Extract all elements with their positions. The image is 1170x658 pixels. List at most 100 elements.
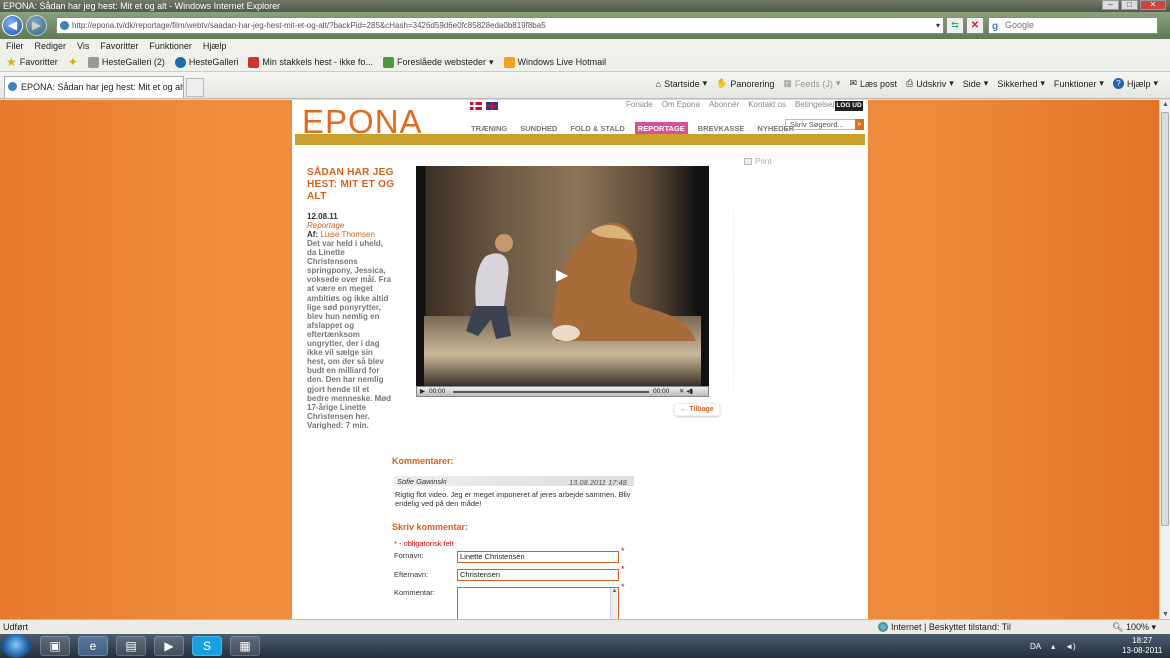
page-menu-button[interactable]: Side ▾ [963, 78, 989, 89]
page-icon [248, 56, 260, 68]
security-zone[interactable]: Internet | Beskyttet tilstand: Til [878, 622, 1011, 632]
video-player[interactable]: ▶ ▶ 00:00 00:00 ✕ ◂▮ [416, 166, 709, 397]
video-controls: ▶ 00:00 00:00 ✕ ◂▮ [416, 386, 709, 397]
tray-arrow-icon[interactable]: ▴ [1051, 642, 1055, 651]
scrollbar-thumb[interactable] [1161, 112, 1169, 526]
close-button[interactable]: ✕ [1140, 0, 1166, 10]
required-asterisk: * [621, 582, 625, 592]
help-icon: ? [1112, 78, 1124, 89]
minimize-button[interactable]: – [1102, 0, 1119, 10]
first-name-input[interactable]: Linette Christensen [457, 551, 619, 563]
scroll-up-icon[interactable]: ▲ [1162, 101, 1169, 108]
mail-icon: ✉ [849, 78, 857, 88]
top-link-betingelser[interactable]: Betingelser [795, 100, 835, 109]
tools-menu-button[interactable]: Funktioner ▾ [1054, 78, 1104, 89]
volume-icon[interactable]: ◄) [1065, 642, 1076, 651]
favorite-label: Foreslåede websteder [396, 57, 487, 67]
site-search-button[interactable]: » [855, 119, 864, 130]
top-link-om-epona[interactable]: Om Epona [662, 100, 700, 109]
author-link[interactable]: Luise Thomsen [320, 230, 375, 239]
printer-icon: ⎙ [906, 78, 914, 88]
print-label: Print [755, 157, 772, 166]
english-flag-icon[interactable] [486, 102, 498, 110]
add-favorite-button[interactable]: ✦ [68, 55, 78, 69]
top-link-kontakt[interactable]: Kontakt os [748, 100, 786, 109]
tab-epona[interactable]: EPONA: Sådan har jeg hest: Mit et og alt [4, 76, 184, 98]
suggested-sites-button[interactable]: Foreslåede websteder ▾ [382, 56, 494, 68]
required-note: * - obligatorisk felt [394, 539, 454, 548]
menu-view[interactable]: Vis [77, 41, 89, 51]
page-scrollbar[interactable]: ▲ ▼ [1159, 100, 1170, 619]
stop-button[interactable]: ✕ [966, 17, 984, 34]
ie-taskbar-icon[interactable]: e [78, 636, 108, 656]
favorite-link-stakkels-hest[interactable]: Min stakkels hest - ikke fo... [248, 56, 373, 68]
top-link-forside[interactable]: Forside [626, 100, 653, 109]
article-byline: Af: Luise Thomsen [307, 230, 375, 239]
new-tab-button[interactable] [186, 78, 204, 97]
forward-button[interactable]: ▶ [26, 15, 47, 36]
menu-help[interactable]: Hjælp [203, 41, 227, 51]
print-button[interactable]: ⎙ Udskriv ▾ [906, 78, 954, 89]
favorite-link-hestegalleri-2[interactable]: HesteGalleri (2) [87, 56, 165, 68]
logout-button[interactable]: LOG UD [835, 101, 863, 111]
clock[interactable]: 18:27 13-08-2011 [1122, 636, 1162, 656]
control-play-icon[interactable]: ▶ [420, 387, 425, 396]
article-date: 12.08.11 [307, 212, 338, 221]
comment-textarea[interactable]: ▲ [457, 587, 619, 619]
tab-title: EPONA: Sådan har jeg hest: Mit et og alt [21, 82, 184, 92]
read-mail-button[interactable]: ✉ Læs post [849, 78, 897, 89]
skype-taskbar-icon[interactable]: S [192, 636, 222, 656]
language-indicator[interactable]: DA [1030, 642, 1041, 651]
site-search-input[interactable]: Skriv Søgeord... [785, 119, 857, 130]
home-button[interactable]: ⌂ Startside ▾ [656, 78, 708, 89]
scroll-down-icon[interactable]: ▼ [1162, 611, 1169, 618]
panorering-button[interactable]: ✋ Panorering [716, 78, 774, 89]
globe-icon [878, 622, 888, 632]
network-taskbar-icon[interactable]: ▦ [230, 636, 260, 656]
fullscreen-icon[interactable]: ✕ ◂▮ [679, 387, 693, 396]
print-link[interactable]: Print [744, 157, 771, 166]
last-name-label: Efternavn: [394, 570, 429, 579]
person-shape [466, 234, 513, 339]
browser-search-input[interactable]: g Google [988, 17, 1158, 34]
article-category[interactable]: Reportage [307, 221, 344, 230]
menu-file[interactable]: Filer [6, 41, 24, 51]
start-button[interactable] [1, 634, 31, 658]
safety-menu-button[interactable]: Sikkerhed ▾ [997, 78, 1045, 89]
back-link-button[interactable]: ← Tilbage [674, 403, 720, 416]
page-icon [87, 56, 99, 68]
favorite-link-hotmail[interactable]: Windows Live Hotmail [503, 56, 607, 68]
top-link-abonner[interactable]: Abonnér [709, 100, 739, 109]
textarea-scrollbar[interactable]: ▲ [610, 588, 618, 619]
refresh-button[interactable]: ⇆ [946, 17, 964, 34]
play-icon[interactable]: ▶ [552, 266, 572, 286]
explorer-taskbar-icon[interactable]: ▣ [40, 636, 70, 656]
media-player-taskbar-icon[interactable]: ▶ [154, 636, 184, 656]
globe-icon [174, 56, 186, 68]
video-progress-track[interactable] [453, 391, 649, 393]
tab-row: EPONA: Sådan har jeg hest: Mit et og alt… [0, 72, 1170, 99]
last-name-input[interactable]: Christensen [457, 569, 619, 581]
menu-edit[interactable]: Rediger [35, 41, 67, 51]
menu-bar: Filer Rediger Vis Favoritter Funktioner … [0, 39, 1170, 53]
favorites-button[interactable]: ★ Favoritter [6, 55, 58, 69]
chevron-down-icon[interactable]: ▾ [936, 18, 940, 33]
menu-favorites[interactable]: Favoritter [100, 41, 138, 51]
address-bar[interactable]: http://epona.tv/dk/reportage/film/webtv/… [56, 17, 944, 34]
maximize-button[interactable]: □ [1121, 0, 1138, 10]
favorite-link-hestegalleri[interactable]: HesteGalleri [174, 56, 238, 68]
danish-flag-icon[interactable] [470, 102, 482, 110]
page-icon [60, 21, 69, 30]
video-time-current: 00:00 [429, 388, 446, 395]
comment-text: Rigtig flot video. Jeg er meget imponere… [395, 490, 631, 508]
folder-taskbar-icon[interactable]: ▤ [116, 636, 146, 656]
comments-heading: Kommentarer: [392, 456, 454, 466]
favorite-label: Windows Live Hotmail [517, 57, 607, 67]
help-menu-button[interactable]: ? Hjælp ▾ [1112, 78, 1158, 89]
menu-tools[interactable]: Funktioner [149, 41, 192, 51]
zoom-control[interactable]: 🔍︎ 100% ▾ [1112, 622, 1156, 633]
video-frame[interactable]: ▶ [416, 166, 709, 386]
feeds-button[interactable]: ▦ Feeds (J) ▾ [783, 78, 840, 89]
comment-date: 13.08.2011 17:48 [569, 478, 627, 487]
back-button[interactable]: ◀ [2, 15, 23, 36]
